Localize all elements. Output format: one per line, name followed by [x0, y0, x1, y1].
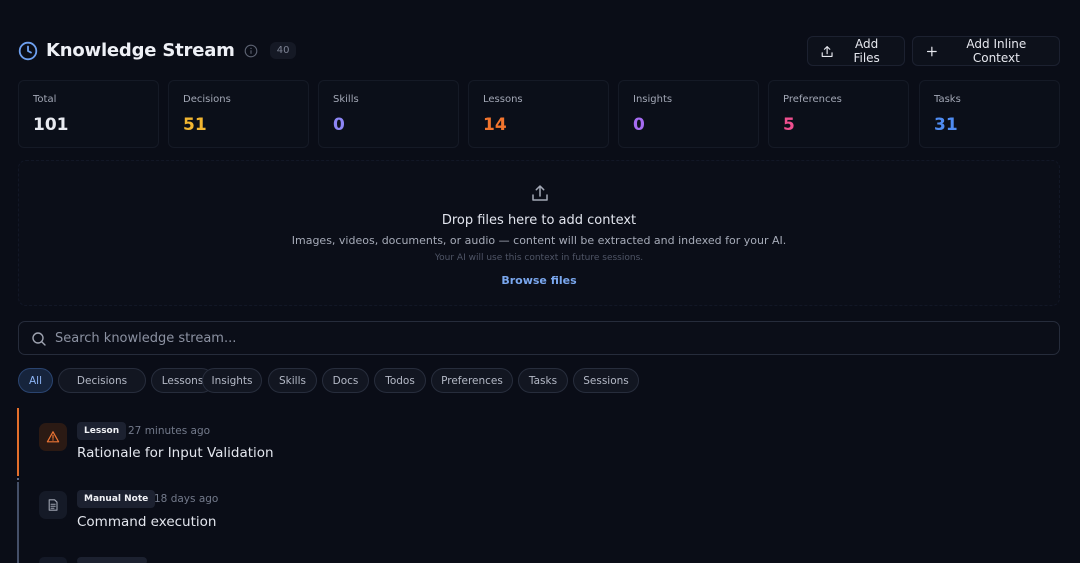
filter-chip-todos[interactable]: Todos	[374, 368, 426, 393]
stat-card-total: Total 101	[18, 80, 159, 148]
add-files-button[interactable]: Add Files	[807, 36, 905, 66]
stat-value: 101	[33, 115, 69, 135]
upload-icon	[532, 185, 548, 201]
filter-chip-preferences[interactable]: Preferences	[431, 368, 513, 393]
upload-icon	[821, 45, 833, 57]
entry-type-badge-partial	[77, 557, 147, 563]
title-group: Knowledge Stream 40	[18, 40, 297, 61]
search-bar	[18, 321, 1060, 355]
stat-card-tasks: Tasks 31	[919, 80, 1060, 148]
filter-chip-insights[interactable]: Insights	[202, 368, 262, 393]
entry-type-badge: Lesson	[77, 422, 127, 440]
search-input[interactable]	[55, 322, 1045, 354]
stat-label: Decisions	[183, 94, 231, 105]
timeline-dot	[17, 478, 19, 480]
stat-card-skills: Skills 0	[318, 80, 459, 148]
count-badge: 40	[269, 42, 297, 59]
stat-card-decisions: Decisions 51	[168, 80, 309, 148]
stat-label: Lessons	[483, 94, 523, 105]
stat-value: 5	[783, 115, 795, 135]
filter-chip-sessions[interactable]: Sessions	[573, 368, 639, 393]
dropzone-title: Drop files here to add context	[441, 213, 637, 228]
file-dropzone[interactable]: Drop files here to add context Images, v…	[18, 160, 1060, 306]
entry-title[interactable]: Command execution	[77, 514, 216, 530]
entry-timestamp: 27 minutes ago	[128, 425, 211, 437]
stat-label: Preferences	[783, 94, 842, 105]
clock-icon	[18, 41, 38, 60]
filter-chip-all[interactable]: All	[18, 368, 53, 393]
info-icon[interactable]	[244, 44, 258, 58]
filter-chip-decisions[interactable]: Decisions	[58, 368, 146, 393]
add-files-label: Add Files	[853, 37, 880, 65]
entry-icon-partial	[39, 557, 67, 563]
timeline-line-lesson	[17, 408, 19, 476]
filter-chip-docs[interactable]: Docs	[322, 368, 369, 393]
stat-value: 0	[333, 115, 345, 135]
browse-files-link[interactable]: Browse files	[501, 274, 576, 287]
stat-label: Total	[33, 94, 57, 105]
search-icon	[32, 332, 46, 346]
stats-row: Total 101 Decisions 51 Skills 0 Lessons …	[18, 80, 1060, 148]
dropzone-subtitle: Images, videos, documents, or audio — co…	[291, 234, 787, 247]
stat-card-insights: Insights 0	[618, 80, 759, 148]
timeline-line-note	[17, 482, 19, 563]
stat-label: Insights	[633, 94, 673, 105]
stat-label: Skills	[333, 94, 359, 105]
filter-chip-tasks[interactable]: Tasks	[518, 368, 568, 393]
page-header: Knowledge Stream 40 Add Files Add Inline…	[18, 36, 1060, 66]
stat-value: 51	[183, 115, 207, 135]
dropzone-note: Your AI will use this context in future …	[434, 253, 644, 263]
document-icon	[39, 491, 67, 519]
stat-value: 0	[633, 115, 645, 135]
warning-icon	[39, 423, 67, 451]
stat-card-lessons: Lessons 14	[468, 80, 609, 148]
stat-card-preferences: Preferences 5	[768, 80, 909, 148]
plus-icon	[926, 46, 937, 56]
filter-chip-skills[interactable]: Skills	[268, 368, 317, 393]
page-title: Knowledge Stream	[46, 40, 235, 61]
stat-value: 31	[934, 115, 958, 135]
add-inline-context-label: Add Inline Context	[966, 37, 1027, 65]
entry-title[interactable]: Rationale for Input Validation	[77, 445, 274, 461]
stat-label: Tasks	[934, 94, 961, 105]
entry-type-badge: Manual Note	[77, 490, 156, 508]
add-inline-context-button[interactable]: Add Inline Context	[912, 36, 1060, 66]
entry-timestamp: 18 days ago	[154, 493, 219, 505]
stat-value: 14	[483, 115, 507, 135]
